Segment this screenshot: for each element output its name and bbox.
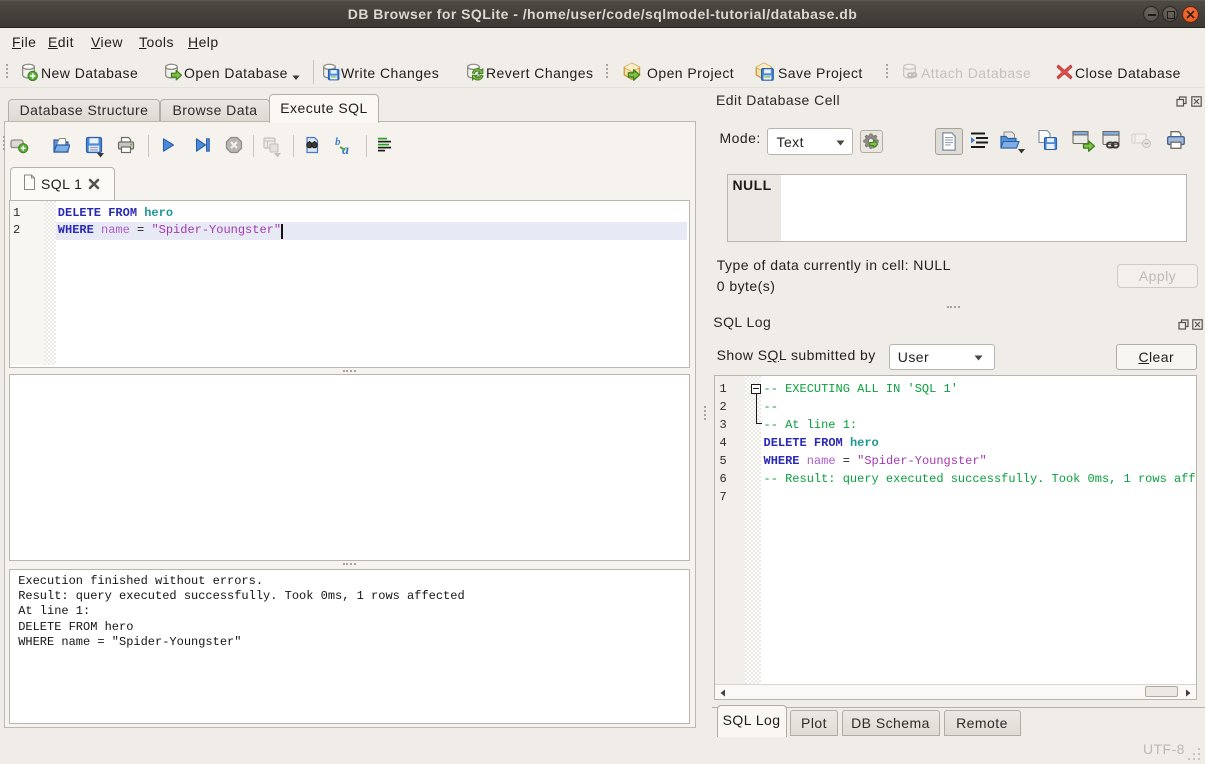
svg-text:b: b	[335, 136, 341, 148]
svg-text:a: a	[342, 143, 349, 157]
